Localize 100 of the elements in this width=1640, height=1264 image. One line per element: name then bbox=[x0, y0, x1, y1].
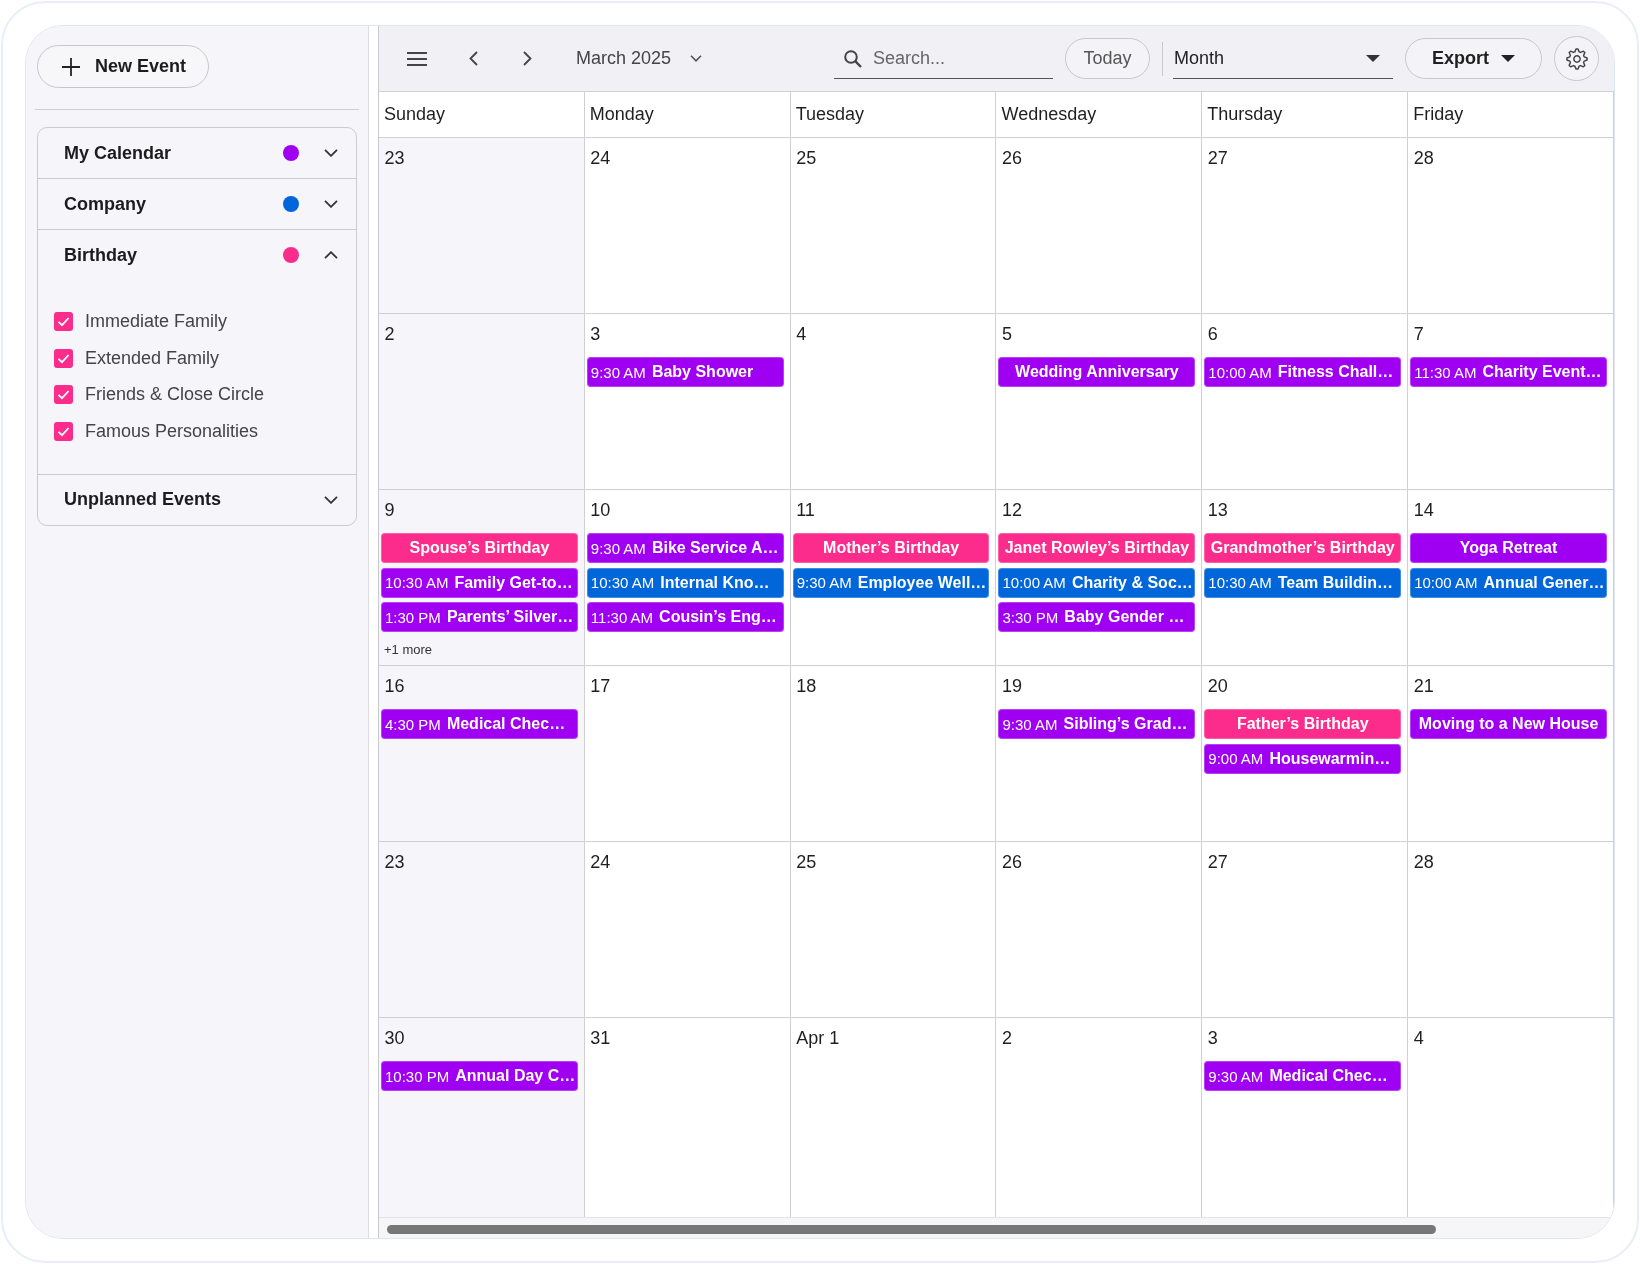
day-number: 9 bbox=[384, 499, 395, 522]
event-chip[interactable]: 11:30 AM Charity Event… bbox=[1410, 357, 1607, 387]
checkbox[interactable] bbox=[54, 311, 73, 331]
day-number: 31 bbox=[590, 1027, 611, 1050]
next-icon[interactable] bbox=[522, 51, 532, 66]
settings-icon bbox=[1565, 47, 1588, 70]
checkbox[interactable] bbox=[54, 421, 73, 441]
menu-icon[interactable] bbox=[407, 51, 427, 66]
checkbox-label: Extended Family bbox=[85, 347, 220, 369]
checkbox-label: Immediate Family bbox=[85, 310, 228, 332]
day-number: 10 bbox=[590, 499, 611, 522]
day-number: 24 bbox=[590, 851, 611, 874]
day-number: 13 bbox=[1207, 499, 1228, 522]
day-number: 4 bbox=[1413, 1027, 1424, 1050]
day-number: 26 bbox=[1002, 851, 1022, 874]
day-number: 27 bbox=[1207, 147, 1228, 170]
accordion-header[interactable]: Unplanned Events bbox=[38, 474, 356, 525]
event-chip[interactable]: Father’s Birthday bbox=[1204, 709, 1402, 739]
event-chip[interactable]: Yoga Retreat bbox=[1410, 533, 1607, 563]
day-number: Apr 1 bbox=[796, 1027, 840, 1050]
weekday-header: Thursday bbox=[1202, 92, 1409, 138]
chevron-down-icon[interactable] bbox=[324, 149, 338, 157]
settings-button[interactable] bbox=[1554, 36, 1600, 81]
weekday-header: Tuesday bbox=[790, 92, 997, 138]
day-number: 28 bbox=[1413, 147, 1434, 170]
day-number: 4 bbox=[796, 323, 807, 346]
event-chip[interactable]: 9:00 AM Housewarmin… bbox=[1204, 743, 1402, 774]
day-number: 23 bbox=[384, 851, 405, 874]
caret-icon bbox=[1366, 54, 1381, 62]
day-number: 14 bbox=[1413, 499, 1434, 522]
day-number: 6 bbox=[1207, 323, 1218, 346]
day-number: 25 bbox=[796, 147, 817, 170]
day-number: 21 bbox=[1413, 675, 1434, 698]
day-number: 24 bbox=[590, 147, 611, 170]
event-chip[interactable]: 10:00 AM Annual Gener… bbox=[1410, 567, 1607, 598]
event-chip[interactable]: Janet Rowley’s Birthday bbox=[998, 533, 1196, 563]
day-number: 26 bbox=[1002, 147, 1022, 170]
day-number: 3 bbox=[590, 323, 601, 346]
day-number: 19 bbox=[1002, 675, 1022, 698]
event-chip[interactable]: 10:30 AM Team Buildin… bbox=[1204, 567, 1402, 598]
month-title-button[interactable]: March 2025 bbox=[576, 48, 703, 69]
caret-icon bbox=[690, 55, 703, 62]
day-number: 27 bbox=[1207, 851, 1228, 874]
weekday-header: Monday bbox=[584, 92, 791, 138]
event-chip[interactable]: 3:30 PM Baby Gender … bbox=[998, 602, 1196, 632]
accordion-header[interactable]: My Calendar bbox=[38, 128, 356, 178]
day-number: 7 bbox=[1413, 323, 1424, 346]
search-icon bbox=[844, 49, 863, 68]
checkbox[interactable] bbox=[54, 385, 73, 405]
today-button[interactable]: Today bbox=[1065, 38, 1151, 79]
event-chip[interactable]: Wedding Anniversary bbox=[998, 357, 1196, 387]
event-chip[interactable]: 10:30 AM Family Get-to… bbox=[381, 567, 578, 598]
plus-icon bbox=[62, 57, 80, 76]
chevron-up-icon[interactable] bbox=[324, 251, 338, 259]
day-number: 17 bbox=[590, 675, 611, 698]
event-chip[interactable]: 10:00 AM Fitness Chall… bbox=[1204, 357, 1402, 387]
previous-icon[interactable] bbox=[468, 51, 478, 66]
caret-icon bbox=[1501, 55, 1516, 62]
event-chip[interactable]: 1:30 PM Parents’ Silver… bbox=[381, 602, 578, 632]
event-chip[interactable]: 11:30 AM Cousin’s Eng… bbox=[586, 602, 784, 632]
search-field[interactable]: Search... bbox=[834, 38, 1054, 79]
weekday-header: Friday bbox=[1408, 92, 1614, 138]
day-number: 25 bbox=[796, 851, 817, 874]
accordion-header[interactable]: Birthday bbox=[38, 230, 356, 280]
event-chip[interactable]: 4:30 PM Medical Chec… bbox=[381, 709, 578, 739]
chevron-down-icon[interactable] bbox=[324, 200, 338, 208]
checkbox[interactable] bbox=[54, 348, 73, 368]
day-number: 5 bbox=[1002, 323, 1012, 346]
event-chip[interactable]: 9:30 AM Sibling’s Grad… bbox=[998, 709, 1196, 739]
chevron-down-icon[interactable] bbox=[324, 495, 338, 504]
event-chip[interactable]: 9:30 AM Bike Service A… bbox=[586, 533, 784, 563]
day-number: 28 bbox=[1413, 851, 1434, 874]
day-number: 12 bbox=[1002, 499, 1022, 522]
checkbox-label: Friends & Close Circle bbox=[85, 384, 265, 406]
event-chip[interactable]: 10:30 PM Annual Day C… bbox=[381, 1061, 578, 1091]
checkbox-label: Famous Personalities bbox=[85, 420, 259, 442]
new-event-button[interactable]: New Event bbox=[37, 45, 210, 88]
day-number: 2 bbox=[1002, 1027, 1012, 1050]
scrollbar-thumb[interactable] bbox=[387, 1225, 1436, 1234]
day-number: 11 bbox=[796, 499, 815, 522]
accordion-header[interactable]: Company bbox=[38, 179, 356, 229]
more-link[interactable]: +1 more bbox=[384, 642, 433, 658]
day-number: 2 bbox=[384, 323, 395, 346]
event-chip[interactable]: 9:30 AM Baby Shower bbox=[586, 357, 784, 387]
day-number: 16 bbox=[384, 675, 405, 698]
event-chip[interactable]: 9:30 AM Employee Well… bbox=[792, 567, 990, 598]
event-chip[interactable]: 10:00 AM Charity & Soc… bbox=[998, 567, 1196, 598]
day-number: 20 bbox=[1207, 675, 1228, 698]
event-chip[interactable]: Mother’s Birthday bbox=[792, 533, 990, 563]
view-select[interactable]: Month bbox=[1173, 38, 1394, 79]
export-button[interactable]: Export bbox=[1405, 38, 1543, 79]
event-chip[interactable]: 10:30 AM Internal Kno… bbox=[586, 567, 784, 598]
day-number: 18 bbox=[796, 675, 817, 698]
event-chip[interactable]: Spouse’s Birthday bbox=[381, 533, 578, 563]
event-chip[interactable]: 9:30 AM Medical Chec… bbox=[1204, 1061, 1402, 1091]
event-chip[interactable]: Moving to a New House bbox=[1410, 709, 1607, 739]
event-chip[interactable]: Grandmother’s Birthday bbox=[1204, 533, 1402, 563]
day-number: 30 bbox=[384, 1027, 405, 1050]
day-number: 23 bbox=[384, 147, 405, 170]
weekday-header: Wednesday bbox=[996, 92, 1203, 138]
